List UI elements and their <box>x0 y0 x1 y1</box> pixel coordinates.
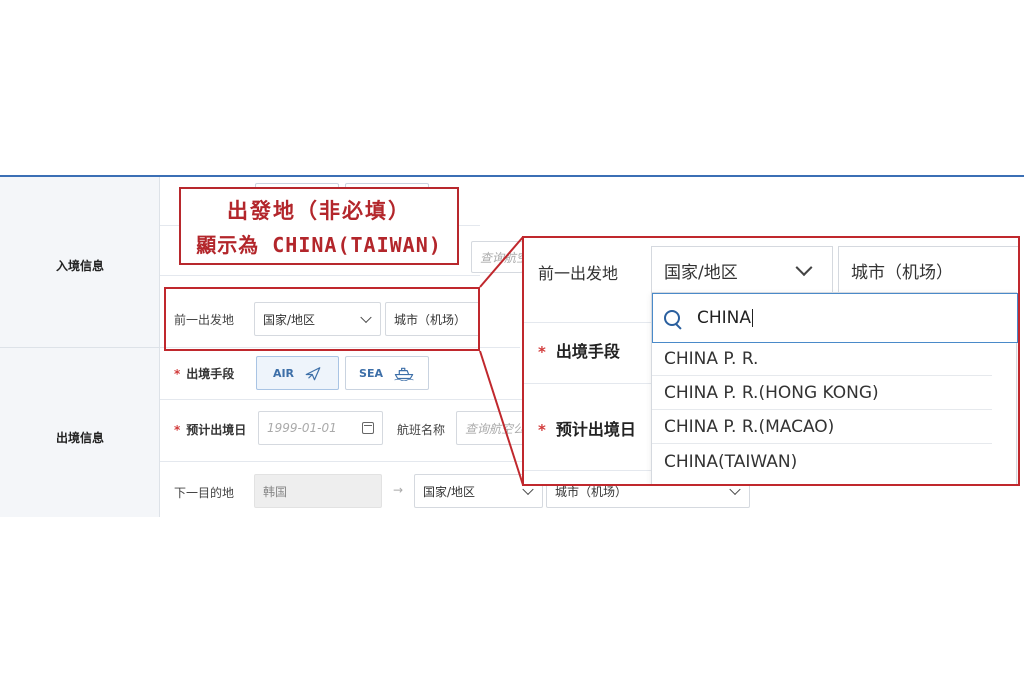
country-search-value: CHINA <box>697 308 752 328</box>
next-destination-country-text: 国家/地区 <box>423 484 476 499</box>
row-divider <box>160 275 480 276</box>
chevron-down-icon <box>795 259 813 277</box>
next-destination-value-text: 韩国 <box>263 484 288 499</box>
zoom-city-text: 城市（机场） <box>851 262 953 283</box>
entry-info-section-label: 入境信息 <box>55 259 104 273</box>
country-option[interactable]: CHINA P. R. <box>652 343 992 376</box>
calendar-icon[interactable] <box>362 422 374 434</box>
exit-method-label: * 出境手段 <box>174 365 234 382</box>
annotation-line-2: 顯示為 CHINA(TAIWAN) <box>196 232 442 257</box>
air-mode-button[interactable]: AIR <box>256 356 339 390</box>
zoomed-dropdown-callout: 前一出发地 国家/地区 城市（机场） * 出境手段 * 预计出境日 CHINA CH… <box>522 236 1020 486</box>
country-dropdown-panel: CHINA CHINA P. R. CHINA P. R.(HONG KONG)… <box>651 292 1018 484</box>
air-mode-label: AIR <box>272 366 295 380</box>
required-asterisk: * <box>174 367 181 381</box>
airplane-icon <box>305 367 321 381</box>
zoom-exit-method-text: 出境手段 <box>555 342 620 361</box>
text-caret <box>752 309 754 327</box>
zoom-prev-origin-label: 前一出发地 <box>538 264 619 283</box>
zoom-exit-date-text: 预计出境日 <box>555 420 636 439</box>
flight-name-input[interactable]: 查询航空公 <box>456 411 524 445</box>
country-option[interactable]: CHINA(TAIWAN) <box>652 445 992 478</box>
exit-date-label: * 预计出境日 <box>174 421 246 438</box>
annotation-note: 出發地（非必填） 顯示為 CHINA(TAIWAN) <box>179 187 459 265</box>
zoom-country-text: 国家/地区 <box>664 262 738 283</box>
exit-date-label-text: 预计出境日 <box>186 423 247 437</box>
ship-icon <box>394 367 414 381</box>
country-option[interactable]: CHINA P. R.(HONG KONG) <box>652 377 992 410</box>
row-divider <box>524 322 651 323</box>
sea-mode-label: SEA <box>359 366 383 380</box>
zoom-city-select[interactable]: 城市（机场） <box>838 246 1018 294</box>
country-option[interactable]: CHINA P. R.(MACAO) <box>652 411 992 444</box>
row-divider <box>524 383 651 384</box>
flight-search-input-partial[interactable]: 查询航空 <box>471 241 523 273</box>
exit-date-placeholder: 1999-01-01 <box>267 421 337 435</box>
next-destination-value: 韩国 <box>254 474 382 508</box>
arrow-right-icon: → <box>393 483 404 497</box>
flight-name-label: 航班名称 <box>397 423 446 437</box>
sea-mode-button[interactable]: SEA <box>345 356 429 390</box>
zoom-country-select[interactable]: 国家/地区 <box>651 246 833 294</box>
annotation-line-1: 出發地（非必填） <box>227 198 411 223</box>
highlight-prev-origin-row <box>164 287 480 351</box>
row-divider <box>524 470 651 471</box>
exit-info-section-label: 出境信息 <box>55 431 104 445</box>
section-divider <box>0 347 160 348</box>
exit-method-label-text: 出境手段 <box>186 367 235 381</box>
search-icon <box>663 310 683 330</box>
next-destination-label: 下一目的地 <box>174 486 235 500</box>
zoom-exit-date-label: * 预计出境日 <box>538 416 636 440</box>
zoom-exit-method-label: * 出境手段 <box>538 338 620 362</box>
required-asterisk: * <box>538 343 546 361</box>
flight-name-placeholder: 查询航空公 <box>465 421 524 436</box>
required-asterisk: * <box>538 421 546 439</box>
exit-date-input[interactable]: 1999-01-01 <box>258 411 383 445</box>
country-search-input[interactable]: CHINA <box>652 293 1018 343</box>
required-asterisk: * <box>174 423 181 437</box>
